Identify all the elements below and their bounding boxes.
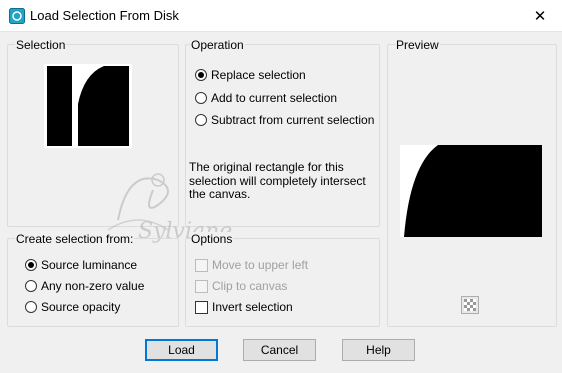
selection-thumbnail [44,64,132,148]
any-non-zero-radio[interactable]: Any non-zero value [25,278,144,294]
checkbox-indicator[interactable] [195,300,208,314]
invert-selection-label: Invert selection [212,300,293,314]
radio-indicator[interactable] [195,69,207,81]
options-group-label: Options [190,232,234,246]
invert-selection-checkbox[interactable]: Invert selection [195,299,293,315]
move-to-upper-left-checkbox[interactable]: Move to upper left [195,257,308,273]
subtract-selection-label: Subtract from current selection [211,113,375,127]
radio-indicator[interactable] [25,301,37,313]
help-button[interactable]: Help [342,339,415,361]
radio-indicator[interactable] [195,92,207,104]
checkbox-indicator[interactable] [195,279,208,293]
title-bar: Load Selection From Disk ✕ [0,0,562,32]
close-button[interactable]: ✕ [518,0,562,31]
source-opacity-radio[interactable]: Source opacity [25,299,120,315]
radio-indicator[interactable] [25,280,37,292]
replace-selection-label: Replace selection [211,68,306,82]
preview-image [400,145,542,237]
replace-selection-radio[interactable]: Replace selection [195,67,306,83]
checkbox-indicator[interactable] [195,258,208,272]
source-opacity-label: Source opacity [41,300,121,314]
clip-to-canvas-label: Clip to canvas [212,279,288,293]
any-non-zero-label: Any non-zero value [41,279,145,293]
cancel-button[interactable]: Cancel [243,339,316,361]
source-luminance-label: Source luminance [41,258,138,272]
radio-indicator[interactable] [25,259,37,271]
add-to-selection-radio[interactable]: Add to current selection [195,90,337,106]
selection-group-label: Selection [15,38,67,52]
create-selection-group-label: Create selection from: [15,232,135,246]
subtract-selection-radio[interactable]: Subtract from current selection [195,112,374,128]
selection-disk-icon [9,8,25,24]
radio-indicator[interactable] [195,114,207,126]
source-luminance-radio[interactable]: Source luminance [25,257,137,273]
operation-group-label: Operation [190,38,245,52]
move-to-upper-left-label: Move to upper left [212,258,309,272]
window-title: Load Selection From Disk [30,8,179,23]
close-icon: ✕ [533,7,547,25]
add-to-selection-label: Add to current selection [211,91,338,105]
clip-to-canvas-checkbox[interactable]: Clip to canvas [195,278,287,294]
load-button[interactable]: Load [145,339,218,361]
checkerboard-icon [464,299,476,311]
transparency-toggle-button[interactable] [461,296,479,314]
preview-group-label: Preview [395,38,440,52]
